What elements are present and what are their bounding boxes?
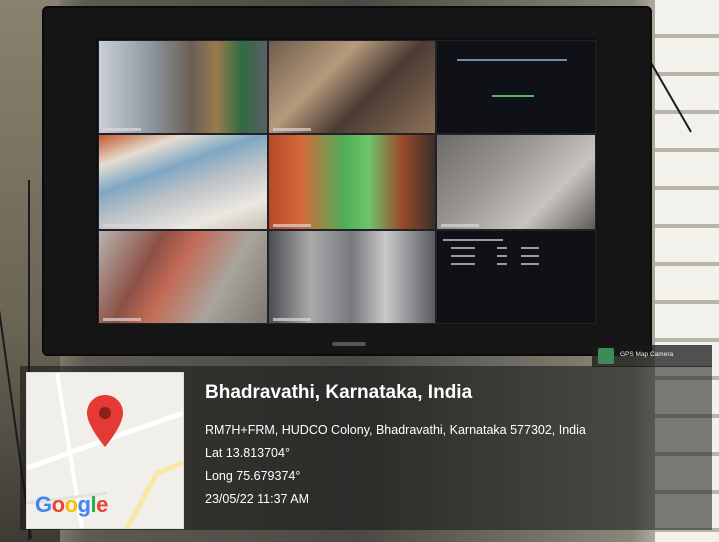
- camera-label: [441, 224, 479, 227]
- map-thumbnail: Google: [26, 372, 184, 529]
- camera-feed-1: [98, 40, 268, 134]
- stats-text: [451, 247, 475, 249]
- monitor-brand-logo: [332, 342, 366, 346]
- camera-feed-7: [98, 230, 268, 324]
- location-address: RM7H+FRM, HUDCO Colony, Bhadravathi, Kar…: [205, 423, 586, 437]
- stats-text: [451, 263, 475, 265]
- info-text: [457, 59, 567, 61]
- stats-text: [497, 255, 507, 257]
- stats-text: [521, 247, 539, 249]
- stats-text: [443, 239, 503, 241]
- google-logo: Google: [35, 492, 108, 517]
- stats-text: [497, 263, 507, 265]
- camera-label: [273, 224, 311, 227]
- location-title: Bhadravathi, Karnataka, India: [205, 382, 473, 403]
- stats-text: [521, 255, 539, 257]
- stats-text: [497, 247, 507, 249]
- badge-label: GPS Map Camera: [620, 351, 674, 358]
- gps-map-camera-badge: GPS Map Camera: [592, 345, 712, 367]
- stats-text: [451, 255, 475, 257]
- datetime: 23/05/22 11:37 AM: [205, 492, 310, 506]
- camera-feed-6: [436, 134, 596, 230]
- latitude: Lat 13.813704°: [205, 446, 290, 460]
- camera-feed-9-stats: [436, 230, 596, 324]
- camera-feed-5: [268, 134, 436, 230]
- photo-scene: GPS Map Camera Google Bhadravathi, Karna…: [0, 0, 719, 542]
- info-status: [492, 95, 534, 97]
- camera-feed-4: [98, 134, 268, 230]
- camera-feed-2: [268, 40, 436, 134]
- camera-feed-3-info: [436, 40, 596, 134]
- camera-label: [273, 128, 311, 131]
- gps-map-camera-icon: [598, 348, 614, 364]
- camera-label: [103, 128, 141, 131]
- stats-text: [521, 263, 539, 265]
- map-pin-icon: [87, 395, 123, 447]
- cctv-screen: [96, 38, 596, 324]
- camera-label: [273, 318, 311, 321]
- camera-feed-8: [268, 230, 436, 324]
- camera-label: [103, 224, 141, 227]
- camera-label: [103, 318, 141, 321]
- longitude: Long 75.679374°: [205, 469, 301, 483]
